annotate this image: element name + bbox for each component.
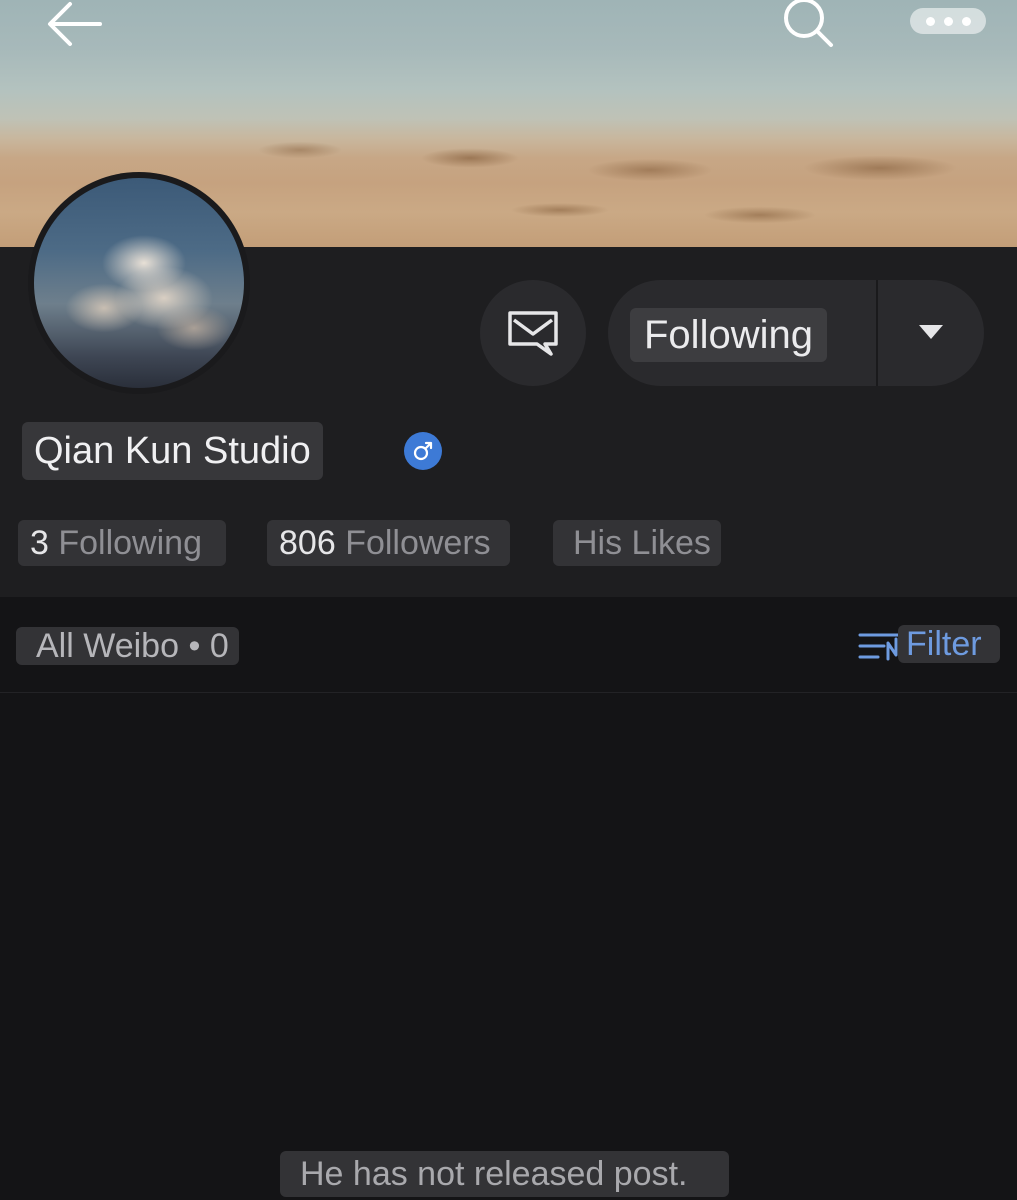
search-icon[interactable] [778,0,838,50]
followers-label: Followers [345,524,491,562]
male-symbol-icon [404,432,442,470]
his-likes-link[interactable]: His Likes [553,520,721,566]
all-weibo-tab[interactable]: All Weibo • 0 [16,627,239,665]
empty-state-message: He has not released post. [280,1151,729,1197]
all-weibo-label: All Weibo [36,627,179,665]
profile-name: Qian Kun Studio [22,422,323,480]
filter-sort-icon[interactable] [858,631,900,661]
dropdown-arrow-icon[interactable] [918,324,944,340]
follow-state-button[interactable]: Following [608,280,984,386]
follow-state-label: Following [630,308,827,362]
follow-divider [876,280,878,386]
avatar[interactable] [28,172,250,394]
feed-tab-bar: All Weibo • 0 Filter [0,597,1017,693]
following-stat[interactable]: 3 Following [18,520,226,566]
followers-stat[interactable]: 806 Followers [267,520,510,566]
tab-separator: • [188,627,210,665]
his-likes-label: His Likes [573,524,711,562]
followers-count: 806 [279,524,346,562]
following-label: Following [58,524,202,562]
message-icon [508,311,558,356]
filter-button[interactable]: Filter [898,625,1000,663]
message-button[interactable] [480,280,586,386]
more-options-icon[interactable] [910,8,986,34]
post-count: 0 [209,627,229,665]
back-arrow-icon[interactable] [40,0,110,48]
following-count: 3 [30,524,59,562]
